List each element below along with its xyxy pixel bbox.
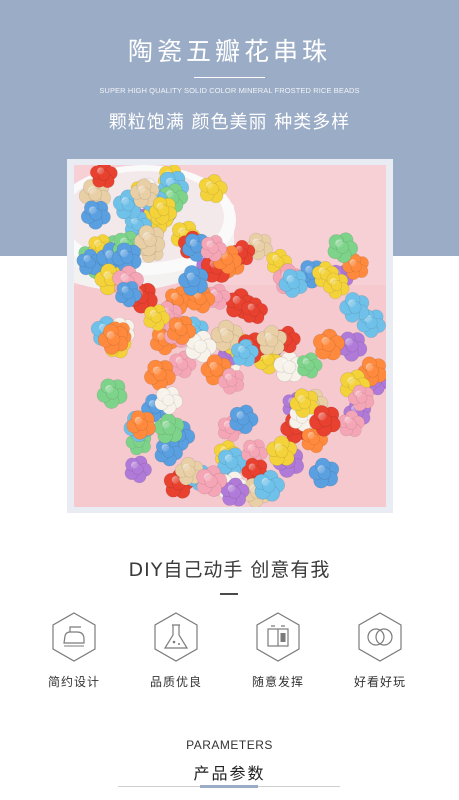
english-subtitle: SUPER HIGH QUALITY SOLID COLOR MINERAL F… xyxy=(99,86,360,95)
feature-label: 好看好玩 xyxy=(353,675,406,689)
bead-highlight xyxy=(97,167,105,175)
feature-quality: 品质优良 xyxy=(141,612,211,690)
bead-highlight xyxy=(203,473,213,482)
feature-fun: 好看好玩 xyxy=(345,612,415,690)
page-title: 陶瓷五瓣花串珠 xyxy=(127,37,331,66)
bead-highlight xyxy=(344,416,352,424)
bead-highlight xyxy=(264,332,273,341)
bead-highlight xyxy=(88,186,97,195)
iron-icon xyxy=(52,612,96,662)
bead-highlight xyxy=(134,416,143,425)
bead-highlight xyxy=(186,272,195,281)
bead-highlight xyxy=(171,476,180,484)
bead-highlight xyxy=(247,303,255,311)
bead-highlight xyxy=(94,239,101,247)
bead-highlight xyxy=(261,477,270,487)
bead-highlight xyxy=(321,337,330,346)
bead-highlight xyxy=(83,255,91,263)
bead-highlight xyxy=(345,338,353,346)
feature-label: 简约设计 xyxy=(47,675,100,689)
bead-highlight xyxy=(189,239,198,247)
bead-highlight xyxy=(157,332,165,341)
bead-highlight xyxy=(224,454,233,463)
bead-highlight xyxy=(220,328,229,337)
parameters-heading-en: PARAMETERS xyxy=(186,738,273,752)
feature-label: 随意发挥 xyxy=(251,675,304,689)
diy-divider xyxy=(220,593,238,595)
feature-free-creation: 随意发挥 xyxy=(243,612,313,690)
bead-highlight xyxy=(178,227,187,236)
bead-highlight xyxy=(252,238,260,246)
palette-icon xyxy=(256,612,300,662)
bead-highlight xyxy=(162,420,171,429)
bead-highlight xyxy=(106,331,115,340)
feature-simple-design: 简约设计 xyxy=(39,612,109,690)
bead-highlight xyxy=(330,278,337,285)
bead-highlight xyxy=(89,206,97,215)
bead-highlight xyxy=(152,366,162,375)
bead-highlight xyxy=(349,259,357,267)
bead-highlight xyxy=(206,240,214,248)
bead-highlight xyxy=(302,358,310,365)
bead-highlight xyxy=(282,359,291,368)
bead-highlight xyxy=(347,376,356,385)
title-divider xyxy=(194,77,265,78)
bead-highlight xyxy=(307,432,315,439)
parameters-divider-accent xyxy=(200,785,258,788)
bead-highlight xyxy=(238,345,246,353)
bead-highlight xyxy=(120,249,129,258)
bead-highlight xyxy=(272,254,280,262)
bead-highlight xyxy=(274,443,283,452)
bead-highlight xyxy=(105,385,114,394)
feature-label: 品质优良 xyxy=(149,675,202,689)
bead-highlight xyxy=(120,273,129,282)
rings-icon xyxy=(358,612,402,662)
bead-highlight xyxy=(305,265,313,274)
bead-highlight xyxy=(171,292,179,301)
bead-highlight xyxy=(297,395,306,403)
bead-highlight xyxy=(318,267,326,275)
bead-highlight xyxy=(121,197,130,205)
bead-highlight xyxy=(335,239,344,248)
bead-highlight xyxy=(175,356,183,365)
bead-highlight xyxy=(348,299,356,308)
bead-highlight xyxy=(225,373,233,381)
bead-highlight xyxy=(131,461,139,469)
bead-highlight xyxy=(174,322,183,330)
bead-highlight xyxy=(317,465,326,474)
bead-highlight xyxy=(138,185,146,194)
bead-highlight xyxy=(161,392,169,400)
bead-highlight xyxy=(365,363,374,372)
product-photo xyxy=(74,165,386,507)
bead-highlight xyxy=(193,338,202,347)
bead-highlight xyxy=(149,310,157,317)
bead-highlight xyxy=(227,484,236,493)
bead-highlight xyxy=(232,295,241,304)
bead-highlight xyxy=(103,271,112,280)
bead-highlight xyxy=(248,444,255,452)
bead-highlight xyxy=(206,181,214,189)
bead-highlight xyxy=(248,463,256,471)
diy-heading: DIY自己动手 创意有我 xyxy=(128,559,331,581)
bead-highlight xyxy=(236,411,245,419)
bead-highlight xyxy=(318,412,327,421)
bead-highlight xyxy=(166,190,174,198)
bead-highlight xyxy=(209,362,218,370)
bead-highlight xyxy=(355,390,363,398)
bead-highlight xyxy=(286,275,295,283)
bead-highlight xyxy=(156,202,164,210)
bead-highlight xyxy=(182,463,191,472)
flask-icon xyxy=(154,612,198,662)
bead-highlight xyxy=(143,232,152,241)
bead-highlight xyxy=(121,286,129,294)
tagline: 颗粒饱满 颜色美丽 种类多样 xyxy=(108,112,351,133)
parameters-heading-cn: 产品参数 xyxy=(193,764,266,783)
bead-highlight xyxy=(161,444,170,452)
